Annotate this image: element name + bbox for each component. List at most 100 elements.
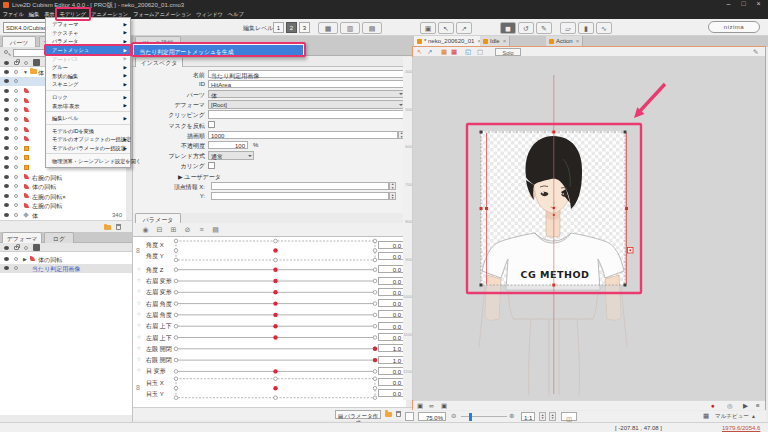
expand-icon[interactable]: ▼ bbox=[23, 69, 28, 75]
visibility-icon[interactable] bbox=[4, 194, 9, 198]
menu-item-12[interactable]: 編集レベル▶ bbox=[46, 114, 130, 123]
parameter-value[interactable]: 0.0 bbox=[378, 265, 404, 273]
edit-level-1[interactable]: 1 bbox=[273, 22, 284, 33]
lock-toggle-icon[interactable] bbox=[14, 127, 18, 131]
delete-icon[interactable] bbox=[116, 224, 121, 230]
lock-toggle-icon[interactable] bbox=[14, 136, 18, 140]
tool-button-3-0[interactable]: ▱ bbox=[560, 22, 576, 34]
lock-toggle-icon[interactable] bbox=[14, 165, 18, 169]
param-toolbar-no-key[interactable]: ⊘ bbox=[181, 225, 194, 234]
lock-toggle-icon[interactable] bbox=[14, 70, 18, 74]
snapshot-tool-1[interactable]: ∞ bbox=[429, 402, 434, 410]
new-folder-icon[interactable] bbox=[385, 412, 392, 417]
parts-list-row[interactable]: 左腕の回転× bbox=[0, 191, 132, 201]
list-options-icon[interactable] bbox=[33, 244, 40, 251]
parameter-value[interactable]: 0.0 bbox=[378, 277, 404, 285]
menu-item-15[interactable]: モデルのオブジェクトの一括設定▶ bbox=[46, 135, 130, 144]
visibility-icon[interactable] bbox=[4, 257, 9, 261]
lock-toggle-icon[interactable] bbox=[14, 194, 18, 198]
visibility-icon[interactable] bbox=[4, 146, 9, 150]
visibility-icon[interactable] bbox=[4, 117, 9, 121]
close-button[interactable]: × bbox=[751, 0, 766, 7]
zoom-slider-handle[interactable] bbox=[469, 413, 472, 421]
visibility-icon[interactable] bbox=[4, 266, 9, 270]
expand-icon[interactable]: ▶ bbox=[23, 256, 27, 262]
visibility-icon[interactable] bbox=[4, 70, 9, 74]
spin-up-down[interactable]: ▲▼ bbox=[539, 412, 546, 421]
zoom-level[interactable]: 75.0% bbox=[418, 412, 446, 421]
model-canvas[interactable]: CG METHOD bbox=[413, 57, 765, 400]
visibility-icon[interactable] bbox=[4, 213, 9, 217]
menu-item-5[interactable]: グルー▶ bbox=[46, 63, 130, 72]
lock-toggle-icon[interactable] bbox=[14, 184, 18, 188]
tool-button-2-2[interactable]: ✎ bbox=[536, 22, 552, 34]
parts-list-row[interactable]: 体の回転 bbox=[0, 182, 132, 192]
lock-toggle-icon[interactable] bbox=[14, 266, 18, 270]
param-toolbar-list-detail[interactable]: ▤ bbox=[209, 225, 222, 234]
parts-list-row[interactable]: 左腕の回転 bbox=[0, 201, 132, 211]
menu-6[interactable]: ウィンドウ bbox=[194, 9, 226, 19]
edit-level-3[interactable]: 3 bbox=[299, 22, 310, 33]
tool-button-3-1[interactable]: ▮ bbox=[578, 22, 594, 34]
lock-toggle-icon[interactable] bbox=[14, 146, 18, 150]
tool-button-0-1[interactable]: ▥ bbox=[340, 22, 360, 34]
tool-button-0-0[interactable]: ▦ bbox=[318, 22, 338, 34]
parameter-value[interactable]: 0.0 bbox=[378, 241, 404, 249]
field-クリッピング[interactable] bbox=[208, 110, 405, 119]
visibility-icon[interactable] bbox=[4, 79, 9, 83]
playback-tool-0[interactable]: ● bbox=[711, 402, 715, 410]
playback-tool-2[interactable]: ▶ bbox=[743, 402, 748, 410]
field-デフォーマ[interactable]: [Root] bbox=[208, 100, 405, 109]
nizima-button[interactable]: nizima bbox=[708, 21, 760, 33]
parameter-value[interactable]: 0.0 bbox=[378, 310, 404, 318]
menu-item-7[interactable]: スキニング▶ bbox=[46, 80, 130, 89]
parameter-value[interactable]: 0.0 bbox=[378, 333, 404, 341]
zoom-in-icon[interactable]: ⊕ bbox=[509, 412, 514, 420]
deformer-list-row[interactable]: 当たり判定用画像 bbox=[0, 264, 132, 274]
param-toolbar-slider-left[interactable]: ⊟ bbox=[153, 225, 166, 234]
lock-toggle-icon[interactable] bbox=[14, 156, 18, 160]
visibility-icon[interactable] bbox=[4, 203, 9, 207]
menu-item-6[interactable]: 形状の編集▶ bbox=[46, 72, 130, 81]
menu-item-10[interactable]: 表示/非表示▶ bbox=[46, 101, 130, 110]
visibility-icon[interactable] bbox=[4, 136, 9, 140]
deformer-list-row[interactable]: ▶体の回転 bbox=[0, 254, 132, 264]
tab-deformer[interactable]: デフォーマ bbox=[2, 232, 42, 243]
field-不透明度[interactable]: 100 bbox=[208, 141, 248, 150]
tool-button-2-1[interactable]: ↺ bbox=[518, 22, 534, 34]
param-toolbar-play-circle[interactable]: ◉ bbox=[139, 225, 152, 234]
visibility-icon[interactable] bbox=[4, 108, 9, 112]
tool-button-0-2[interactable]: ▤ bbox=[362, 22, 382, 34]
spinner-buttons[interactable]: ▲▼ bbox=[389, 192, 396, 201]
minimize-button[interactable]: – bbox=[721, 0, 736, 7]
lock-toggle-icon[interactable] bbox=[14, 203, 18, 207]
field-名前[interactable]: 当たり判定用画像 bbox=[208, 70, 405, 79]
checkbox-マスクを反転[interactable] bbox=[208, 121, 215, 128]
menu-item-14[interactable]: モデルのIDを変換 bbox=[46, 127, 130, 136]
tab-parts[interactable]: パーツ bbox=[2, 36, 36, 47]
parameter-value[interactable]: 0.0 bbox=[378, 389, 404, 397]
list-options-icon[interactable] bbox=[33, 59, 40, 66]
tab-log[interactable]: ログ bbox=[44, 232, 74, 243]
canvas-tool-3[interactable]: ▦ bbox=[451, 48, 457, 56]
parts-list-row[interactable]: 体340 bbox=[0, 210, 132, 220]
menu-item-9[interactable]: ロック▶ bbox=[46, 93, 130, 102]
parameter-value[interactable]: 0.0 bbox=[378, 322, 404, 330]
tool-button-3-2[interactable]: ∿ bbox=[596, 22, 612, 34]
field-パーツ[interactable]: 体 bbox=[208, 90, 405, 99]
menu-item-18[interactable]: 物理演算・シーンブレンド設定を開く bbox=[46, 156, 130, 165]
menu-7[interactable]: ヘルプ bbox=[225, 9, 246, 19]
visibility-icon[interactable] bbox=[4, 175, 9, 179]
multiview-grid-icon[interactable]: ▦ bbox=[703, 412, 709, 420]
canvas-tool-0[interactable]: ↖ bbox=[417, 48, 422, 56]
parameter-value[interactable]: 0.0 bbox=[378, 378, 404, 386]
tool-button-1-2[interactable]: ↗ bbox=[456, 22, 472, 34]
field-Y:[interactable] bbox=[211, 192, 389, 201]
field-ブレンド方式[interactable]: 通常 bbox=[208, 151, 254, 160]
lock-toggle-icon[interactable] bbox=[14, 175, 18, 179]
tab-parameter[interactable]: パラメータ bbox=[135, 213, 181, 223]
canvas-tool-1[interactable]: ↗ bbox=[427, 48, 432, 56]
lock-toggle-icon[interactable] bbox=[14, 89, 18, 93]
lock-toggle-icon[interactable] bbox=[14, 108, 18, 112]
menu-item-0[interactable]: デフォーマ▶ bbox=[46, 20, 130, 29]
